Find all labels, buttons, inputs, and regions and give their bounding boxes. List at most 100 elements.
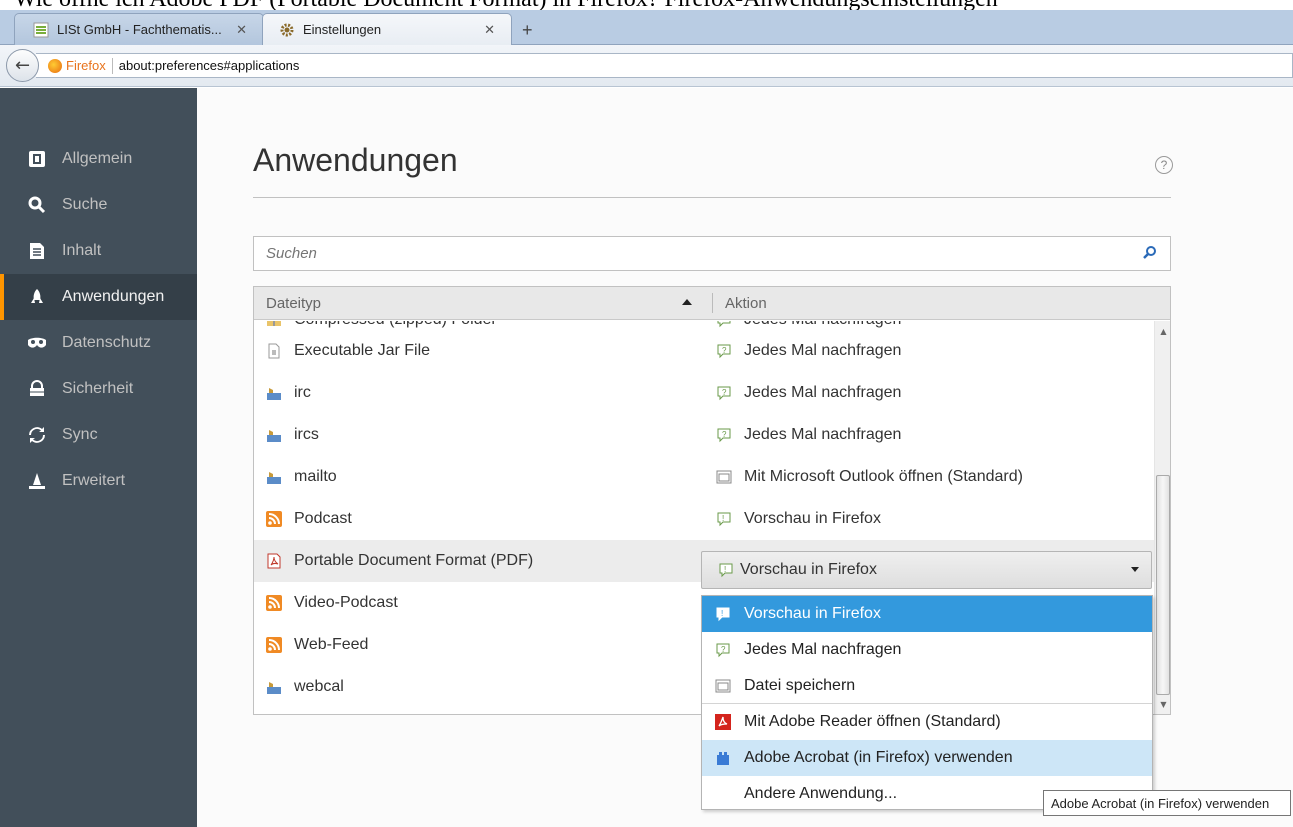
back-button[interactable]: ← bbox=[6, 49, 39, 82]
app-icon bbox=[266, 469, 282, 485]
rss-icon bbox=[266, 595, 282, 611]
sidebar-item-erweitert[interactable]: Erweitert bbox=[0, 458, 197, 504]
sidebar-item-label: Datenschutz bbox=[62, 334, 151, 351]
list-logo-icon bbox=[33, 22, 49, 38]
column-header-type[interactable]: Dateityp bbox=[266, 295, 321, 312]
rss-icon bbox=[266, 511, 282, 527]
action-select[interactable]: ! Vorschau in Firefox bbox=[701, 551, 1152, 589]
new-tab-button[interactable]: + bbox=[522, 20, 533, 41]
back-arrow-icon: ← bbox=[14, 55, 31, 76]
svg-text:?: ? bbox=[722, 430, 727, 439]
table-row[interactable]: mailto Mit Microsoft Outlook öffnen (Sta… bbox=[254, 456, 1154, 498]
scroll-down-icon[interactable]: ▼ bbox=[1155, 696, 1170, 713]
menu-item-adobe-reader[interactable]: Mit Adobe Reader öffnen (Standard) bbox=[702, 704, 1152, 740]
svg-text:!: ! bbox=[724, 565, 726, 574]
sidebar-item-suche[interactable]: Suche bbox=[0, 182, 197, 228]
action-label: Mit Microsoft Outlook öffnen (Standard) bbox=[744, 468, 1023, 485]
sidebar-item-label: Sync bbox=[62, 426, 98, 443]
search-icon bbox=[26, 194, 48, 216]
menu-item-adobe-acrobat[interactable]: Adobe Acrobat (in Firefox) verwenden bbox=[702, 740, 1152, 776]
sidebar-item-label: Inhalt bbox=[62, 242, 102, 259]
search-input[interactable] bbox=[266, 245, 1126, 262]
sidebar-item-sicherheit[interactable]: Sicherheit bbox=[0, 366, 197, 412]
sidebar-item-sync[interactable]: Sync bbox=[0, 412, 197, 458]
table-row[interactable]: irc ? Jedes Mal nachfragen bbox=[254, 372, 1154, 414]
preview-icon: ! bbox=[716, 511, 732, 527]
column-divider bbox=[712, 293, 713, 313]
selected-action-label: Vorschau in Firefox bbox=[740, 561, 877, 578]
table-scrollbar[interactable]: ▲ ▼ bbox=[1154, 321, 1170, 714]
url-bar[interactable]: Firefox about:preferences#applications bbox=[36, 53, 1293, 78]
action-dropdown-menu: ! Vorschau in Firefox ? Jedes Mal nachfr… bbox=[701, 595, 1153, 810]
plugin-icon bbox=[714, 749, 732, 767]
sidebar-item-label: Erweitert bbox=[62, 472, 126, 489]
column-header-action[interactable]: Aktion bbox=[725, 295, 767, 312]
url-separator bbox=[111, 57, 113, 74]
sidebar: Allgemein Suche Inhalt Anwendungen Daten… bbox=[0, 88, 197, 827]
file-type-label: webcal bbox=[294, 678, 344, 695]
menu-item-speichern[interactable]: Datei speichern bbox=[702, 668, 1152, 704]
sidebar-item-allgemein[interactable]: Allgemein bbox=[0, 136, 197, 182]
save-icon bbox=[714, 677, 732, 695]
app-icon bbox=[266, 679, 282, 695]
help-icon[interactable]: ? bbox=[1155, 156, 1173, 174]
menu-item-label: Mit Adobe Reader öffnen (Standard) bbox=[744, 713, 1001, 730]
identity-label: Firefox bbox=[66, 58, 106, 73]
tab-label: Einstellungen bbox=[303, 22, 382, 37]
gear-icon bbox=[279, 22, 295, 38]
menu-item-nachfragen[interactable]: ? Jedes Mal nachfragen bbox=[702, 632, 1152, 668]
mask-icon bbox=[26, 332, 48, 354]
sort-ascending-icon bbox=[682, 299, 692, 305]
preview-icon: ! bbox=[718, 562, 734, 578]
table-row[interactable]: Executable Jar File ? Jedes Mal nachfrage… bbox=[254, 330, 1154, 372]
menu-item-label: Andere Anwendung... bbox=[744, 785, 898, 802]
ask-icon: ? bbox=[714, 641, 732, 659]
table-header: Dateityp Aktion bbox=[254, 287, 1170, 320]
url-text[interactable]: about:preferences#applications bbox=[119, 58, 300, 73]
file-type-label: mailto bbox=[294, 468, 337, 485]
search-icon[interactable] bbox=[1142, 245, 1158, 261]
table-row[interactable]: Podcast ! Vorschau in Firefox bbox=[254, 498, 1154, 540]
file-type-label: Podcast bbox=[294, 510, 352, 527]
file-type-label: Executable Jar File bbox=[294, 342, 431, 359]
general-icon bbox=[26, 148, 48, 170]
close-icon[interactable]: ✕ bbox=[236, 22, 247, 38]
menu-item-vorschau[interactable]: ! Vorschau in Firefox bbox=[702, 596, 1152, 632]
sync-icon bbox=[26, 424, 48, 446]
tab-einstellungen[interactable]: Einstellungen ✕ bbox=[262, 13, 512, 45]
menu-item-label: Jedes Mal nachfragen bbox=[744, 641, 902, 658]
scroll-up-icon[interactable]: ▲ bbox=[1155, 323, 1170, 340]
ask-icon: ? bbox=[716, 343, 732, 359]
sidebar-item-label: Suche bbox=[62, 196, 108, 213]
sidebar-item-label: Allgemein bbox=[62, 150, 133, 167]
sidebar-item-label: Anwendungen bbox=[62, 288, 165, 305]
firefox-icon bbox=[48, 58, 62, 73]
cropped-heading-label: Wie öffne ich Adobe PDF (Portable Docume… bbox=[14, 0, 998, 10]
sidebar-item-inhalt[interactable]: Inhalt bbox=[0, 228, 197, 274]
menu-item-label: Vorschau in Firefox bbox=[744, 605, 881, 622]
lock-icon bbox=[26, 378, 48, 400]
svg-text:!: ! bbox=[722, 514, 724, 523]
scroll-thumb[interactable] bbox=[1156, 475, 1170, 695]
app-icon bbox=[266, 427, 282, 443]
rss-icon bbox=[266, 637, 282, 653]
cropped-heading-text: Wie öffne ich Adobe PDF (Portable Docume… bbox=[0, 0, 1293, 10]
pdf-icon bbox=[266, 553, 282, 569]
jar-file-icon bbox=[266, 343, 282, 359]
file-type-label: Web-Feed bbox=[294, 636, 369, 653]
table-row[interactable]: ircs ? Jedes Mal nachfragen bbox=[254, 414, 1154, 456]
close-icon[interactable]: ✕ bbox=[484, 22, 495, 38]
tab-list-gmbh[interactable]: LISt GmbH - Fachthematis... ✕ bbox=[14, 13, 264, 45]
svg-text:!: ! bbox=[721, 609, 723, 618]
file-type-label: Portable Document Format (PDF) bbox=[294, 552, 534, 569]
sidebar-item-anwendungen[interactable]: Anwendungen bbox=[0, 274, 197, 320]
action-label: Vorschau in Firefox bbox=[744, 510, 881, 527]
search-box[interactable] bbox=[253, 236, 1171, 271]
tooltip: Adobe Acrobat (in Firefox) verwenden bbox=[1043, 790, 1291, 816]
app-icon bbox=[266, 385, 282, 401]
sidebar-item-datenschutz[interactable]: Datenschutz bbox=[0, 320, 197, 366]
title-divider bbox=[253, 197, 1171, 198]
file-type-label: Compressed (zipped) Folder bbox=[294, 321, 497, 329]
menu-item-label: Adobe Acrobat (in Firefox) verwenden bbox=[744, 749, 1013, 766]
action-label: Jedes Mal nachfragen bbox=[744, 321, 901, 329]
